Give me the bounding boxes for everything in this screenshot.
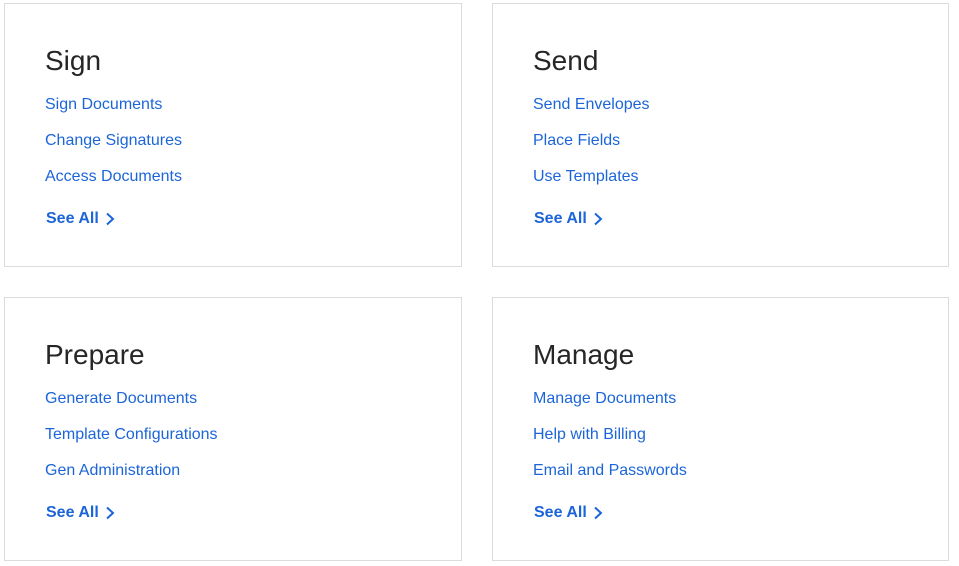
list-item: Use Templates [533, 162, 650, 198]
link-use-templates[interactable]: Use Templates [533, 168, 639, 185]
card-title: Send [533, 45, 599, 76]
card-send: Send Send Envelopes Place Fields Use Tem… [492, 3, 949, 267]
list-item: Help with Billing [533, 420, 687, 456]
card-link-list: Generate Documents Template Configuratio… [45, 384, 218, 492]
list-item: Place Fields [533, 126, 650, 162]
link-place-fields[interactable]: Place Fields [533, 132, 620, 149]
card-link-list: Manage Documents Help with Billing Email… [533, 384, 687, 492]
chevron-right-icon [106, 212, 115, 226]
list-item: Gen Administration [45, 456, 218, 492]
card-sign: Sign Sign Documents Change Signatures Ac… [4, 3, 462, 267]
list-item: Manage Documents [533, 384, 687, 420]
see-all-label: See All [46, 504, 99, 521]
list-item: Send Envelopes [533, 90, 650, 126]
card-title: Sign [45, 45, 102, 76]
card-link-list: Sign Documents Change Signatures Access … [45, 90, 182, 198]
list-item: Sign Documents [45, 90, 182, 126]
card-link-list: Send Envelopes Place Fields Use Template… [533, 90, 650, 198]
list-item: Access Documents [45, 162, 182, 198]
see-all-label: See All [46, 210, 99, 227]
chevron-right-icon [106, 506, 115, 520]
link-manage-documents[interactable]: Manage Documents [533, 390, 676, 407]
link-help-with-billing[interactable]: Help with Billing [533, 426, 646, 443]
link-sign-documents[interactable]: Sign Documents [45, 96, 162, 113]
list-item: Change Signatures [45, 126, 182, 162]
chevron-right-icon [594, 212, 603, 226]
see-all-link-sign[interactable]: See All [46, 207, 115, 231]
see-all-link-manage[interactable]: See All [534, 501, 603, 525]
link-send-envelopes[interactable]: Send Envelopes [533, 96, 650, 113]
see-all-link-send[interactable]: See All [534, 207, 603, 231]
link-change-signatures[interactable]: Change Signatures [45, 132, 182, 149]
list-item: Email and Passwords [533, 456, 687, 492]
link-email-and-passwords[interactable]: Email and Passwords [533, 462, 687, 479]
list-item: Generate Documents [45, 384, 218, 420]
card-title: Prepare [45, 339, 145, 370]
link-template-configurations[interactable]: Template Configurations [45, 426, 218, 443]
chevron-right-icon [594, 506, 603, 520]
link-access-documents[interactable]: Access Documents [45, 168, 182, 185]
see-all-label: See All [534, 504, 587, 521]
see-all-link-prepare[interactable]: See All [46, 501, 115, 525]
card-prepare: Prepare Generate Documents Template Conf… [4, 297, 462, 561]
list-item: Template Configurations [45, 420, 218, 456]
card-manage: Manage Manage Documents Help with Billin… [492, 297, 949, 561]
card-title: Manage [533, 339, 635, 370]
see-all-label: See All [534, 210, 587, 227]
link-gen-administration[interactable]: Gen Administration [45, 462, 180, 479]
link-generate-documents[interactable]: Generate Documents [45, 390, 197, 407]
